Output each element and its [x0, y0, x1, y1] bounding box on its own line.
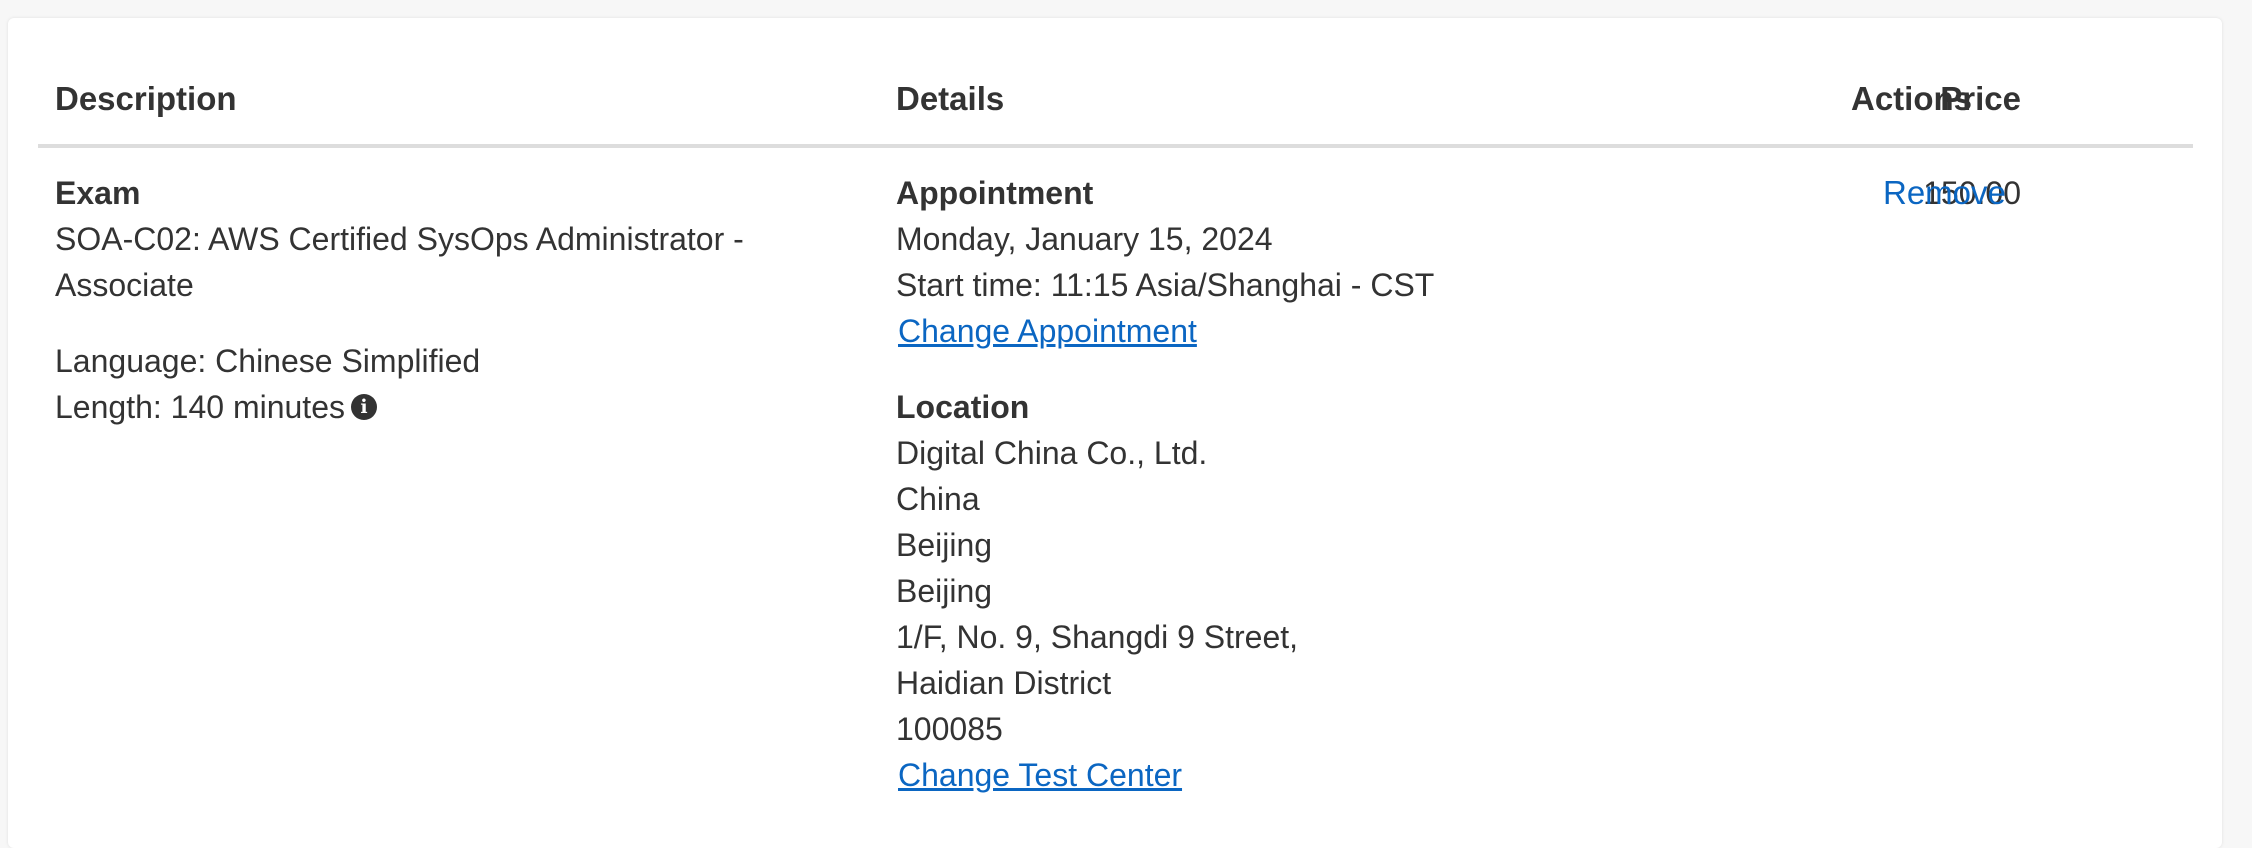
cart-table: Description Details Price Actions Exam S… [38, 18, 2193, 793]
exam-language: Language: Chinese Simplified [55, 343, 481, 379]
location-line: Haidian District [896, 665, 1112, 701]
location-line: Digital China Co., Ltd. [896, 435, 1208, 471]
exam-length-row: Length: 140 minutes i [55, 384, 815, 430]
change-test-center-link[interactable]: Change Test Center [898, 757, 1182, 793]
location-line: 100085 [896, 711, 1003, 747]
location-line: Beijing [896, 573, 993, 609]
header-description: Description [55, 80, 237, 117]
location-line: China [896, 481, 980, 517]
exam-name: SOA-C02: AWS Certified SysOps Administra… [55, 221, 744, 303]
details-cell: Appointment Monday, January 15, 2024 Sta… [896, 170, 1796, 798]
actions-cell: Remove [1883, 170, 2006, 216]
exam-length: Length: 140 minutes [55, 389, 345, 425]
header-actions: Actions [1851, 80, 1973, 117]
appointment-label: Appointment [896, 175, 1094, 211]
description-cell: Exam SOA-C02: AWS Certified SysOps Admin… [55, 170, 815, 430]
info-icon[interactable]: i [350, 393, 377, 420]
location-line: Beijing [896, 527, 993, 563]
location-line: 1/F, No. 9, Shangdi 9 Street, [896, 619, 1299, 655]
exam-label: Exam [55, 175, 141, 211]
table-header: Description Details Price Actions [38, 18, 2193, 148]
cart-card: Description Details Price Actions Exam S… [8, 18, 2222, 848]
location-label: Location [896, 389, 1030, 425]
remove-link[interactable]: Remove [1883, 174, 2006, 211]
header-details: Details [896, 80, 1005, 117]
appointment-date: Monday, January 15, 2024 [896, 221, 1273, 257]
change-appointment-link[interactable]: Change Appointment [898, 313, 1197, 349]
appointment-start-time: Start time: 11:15 Asia/Shanghai - CST [896, 267, 1435, 303]
